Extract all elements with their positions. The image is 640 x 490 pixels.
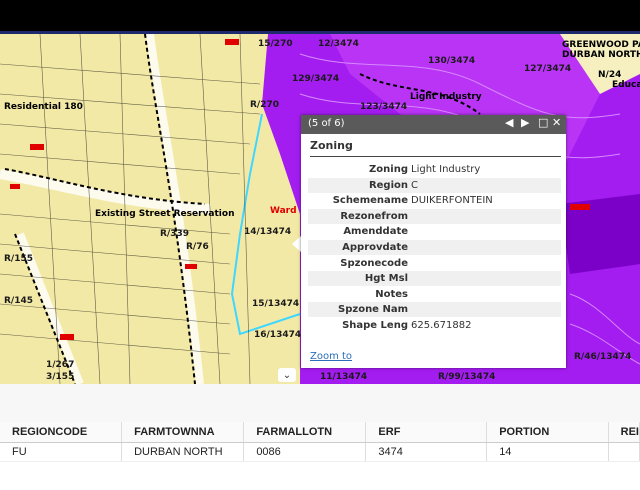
map-label-lot: 11/13474 bbox=[320, 372, 368, 382]
map-label-greenwood: GREENWOOD PARK bbox=[562, 40, 640, 50]
map-label-lot: 123/3474 bbox=[360, 102, 408, 112]
map-label-lot: R/155 bbox=[4, 254, 34, 264]
table-cell: 14 bbox=[486, 442, 609, 462]
map-label-lot: R/339 bbox=[160, 229, 190, 239]
attribute-key: Zoning bbox=[369, 164, 408, 175]
table-cell: 0086 bbox=[243, 442, 367, 462]
map-label-n24: N/24 bbox=[598, 70, 622, 80]
attribute-value: C bbox=[411, 179, 418, 191]
attribute-table-panel: REGIONCODE FARMTOWNNA FARMALLOTN ERF PORTION… bbox=[0, 384, 640, 490]
map-label-lot: 129/3474 bbox=[292, 74, 340, 84]
attribute-row: Spzone Nam bbox=[308, 302, 561, 318]
attribute-row: Rezonefrom bbox=[308, 208, 561, 224]
table-cell bbox=[608, 442, 640, 462]
map-label-street-reservation: Existing Street Reservation bbox=[95, 209, 235, 219]
table-cell: DURBAN NORTH bbox=[121, 442, 245, 462]
attribute-key: Spzone Nam bbox=[338, 304, 408, 316]
top-bar bbox=[0, 0, 640, 34]
attribute-key: Spzonecode bbox=[340, 257, 408, 269]
map-label-durban-north: DURBAN NORTH bbox=[562, 50, 640, 60]
attribute-key: Hgt Msl bbox=[364, 273, 408, 285]
map-label-lot: 14/13474 bbox=[244, 227, 292, 237]
popup-divider bbox=[310, 156, 561, 157]
attribute-row: Region C bbox=[308, 177, 561, 193]
attribute-table-toolbar bbox=[0, 384, 640, 423]
popup-header: (5 of 6) ◀ ▶ □ ✕ bbox=[301, 115, 566, 134]
map-label-lot: 12/3474 bbox=[318, 39, 359, 49]
attribute-table: REGIONCODE FARMTOWNNA FARMALLOTN ERF PORTION… bbox=[0, 422, 640, 462]
map-label-residential: Residential 180 bbox=[4, 102, 83, 112]
table-header-row: REGIONCODE FARMTOWNNA FARMALLOTN ERF PORTION… bbox=[0, 422, 640, 443]
feature-popup: (5 of 6) ◀ ▶ □ ✕ Zoning Zoning Light Indu… bbox=[301, 115, 566, 368]
column-header[interactable]: REGIONCODE bbox=[0, 422, 123, 443]
attribute-row: Zoning Light Industry bbox=[308, 162, 561, 177]
table-cell: FU bbox=[0, 442, 123, 462]
attribute-value: Light Industry bbox=[411, 164, 481, 175]
attribute-value: 625.671882 bbox=[411, 320, 472, 331]
attribute-key: Notes bbox=[375, 288, 408, 300]
map-label-light-industry: Light Industry bbox=[410, 92, 482, 102]
attribute-row: Notes bbox=[308, 287, 561, 302]
maximize-icon[interactable]: □ bbox=[538, 116, 548, 129]
zoom-to-link[interactable]: Zoom to bbox=[310, 351, 352, 362]
attribute-row: Spzonecode bbox=[308, 256, 561, 271]
attribute-key: Region bbox=[368, 179, 408, 191]
column-header[interactable]: FARMTOWNNA bbox=[121, 422, 245, 443]
map-label-lot: R/145 bbox=[4, 296, 34, 306]
close-icon[interactable]: ✕ bbox=[552, 116, 561, 129]
table-row[interactable]: FU DURBAN NORTH 0086 3474 14 bbox=[0, 442, 640, 462]
map-label-lot: R/46/13474 bbox=[574, 352, 632, 362]
attribute-row: Amenddate bbox=[308, 224, 561, 239]
map-label-educa: Educa bbox=[612, 80, 640, 90]
map-label-lot: R/99/13474 bbox=[438, 372, 496, 382]
table-body: FU DURBAN NORTH 0086 3474 14 bbox=[0, 442, 640, 462]
column-header[interactable]: FARMALLOTN bbox=[243, 422, 367, 443]
attribute-key: Schemename bbox=[332, 195, 408, 207]
map-label-lot: 15/13474 bbox=[252, 299, 300, 309]
attribute-row: Hgt Msl bbox=[308, 271, 561, 287]
attribute-row: Shape Leng 625.671882 bbox=[308, 318, 561, 333]
attribute-row: Approvdate bbox=[308, 240, 561, 255]
popup-pointer bbox=[292, 236, 301, 252]
column-header[interactable]: REI bbox=[608, 422, 640, 443]
collapse-panel-chevron-icon[interactable]: ⌄ bbox=[278, 368, 296, 382]
attribute-value: DUIKERFONTEIN bbox=[411, 195, 493, 207]
map-label-lot: 15/270 bbox=[258, 39, 293, 49]
map-label-ward: Ward bbox=[270, 206, 297, 216]
map-label-lot: 130/3474 bbox=[428, 56, 476, 66]
popup-counter: (5 of 6) bbox=[308, 118, 345, 129]
attribute-key: Rezonefrom bbox=[340, 210, 408, 222]
attribute-key: Amenddate bbox=[343, 226, 408, 238]
attribute-key: Approvdate bbox=[342, 242, 408, 253]
previous-feature-icon[interactable]: ◀ bbox=[505, 116, 513, 129]
map-label-lot: R/76 bbox=[186, 242, 209, 252]
attribute-row: Schemename DUIKERFONTEIN bbox=[308, 193, 561, 208]
table-cell: 3474 bbox=[365, 442, 488, 462]
column-header[interactable]: PORTION bbox=[486, 422, 609, 443]
map-label-lot: 1/267 bbox=[46, 360, 75, 370]
map-label-lot: 3/155 bbox=[46, 372, 75, 382]
attribute-key: Shape Leng bbox=[342, 320, 408, 331]
next-feature-icon[interactable]: ▶ bbox=[521, 116, 529, 129]
map-label-lot: R/270 bbox=[250, 100, 280, 110]
map-label-lot: 127/3474 bbox=[524, 64, 572, 74]
popup-title: Zoning bbox=[310, 139, 353, 152]
column-header[interactable]: ERF bbox=[365, 422, 488, 443]
map-label-lot: 16/13474 bbox=[254, 330, 302, 340]
